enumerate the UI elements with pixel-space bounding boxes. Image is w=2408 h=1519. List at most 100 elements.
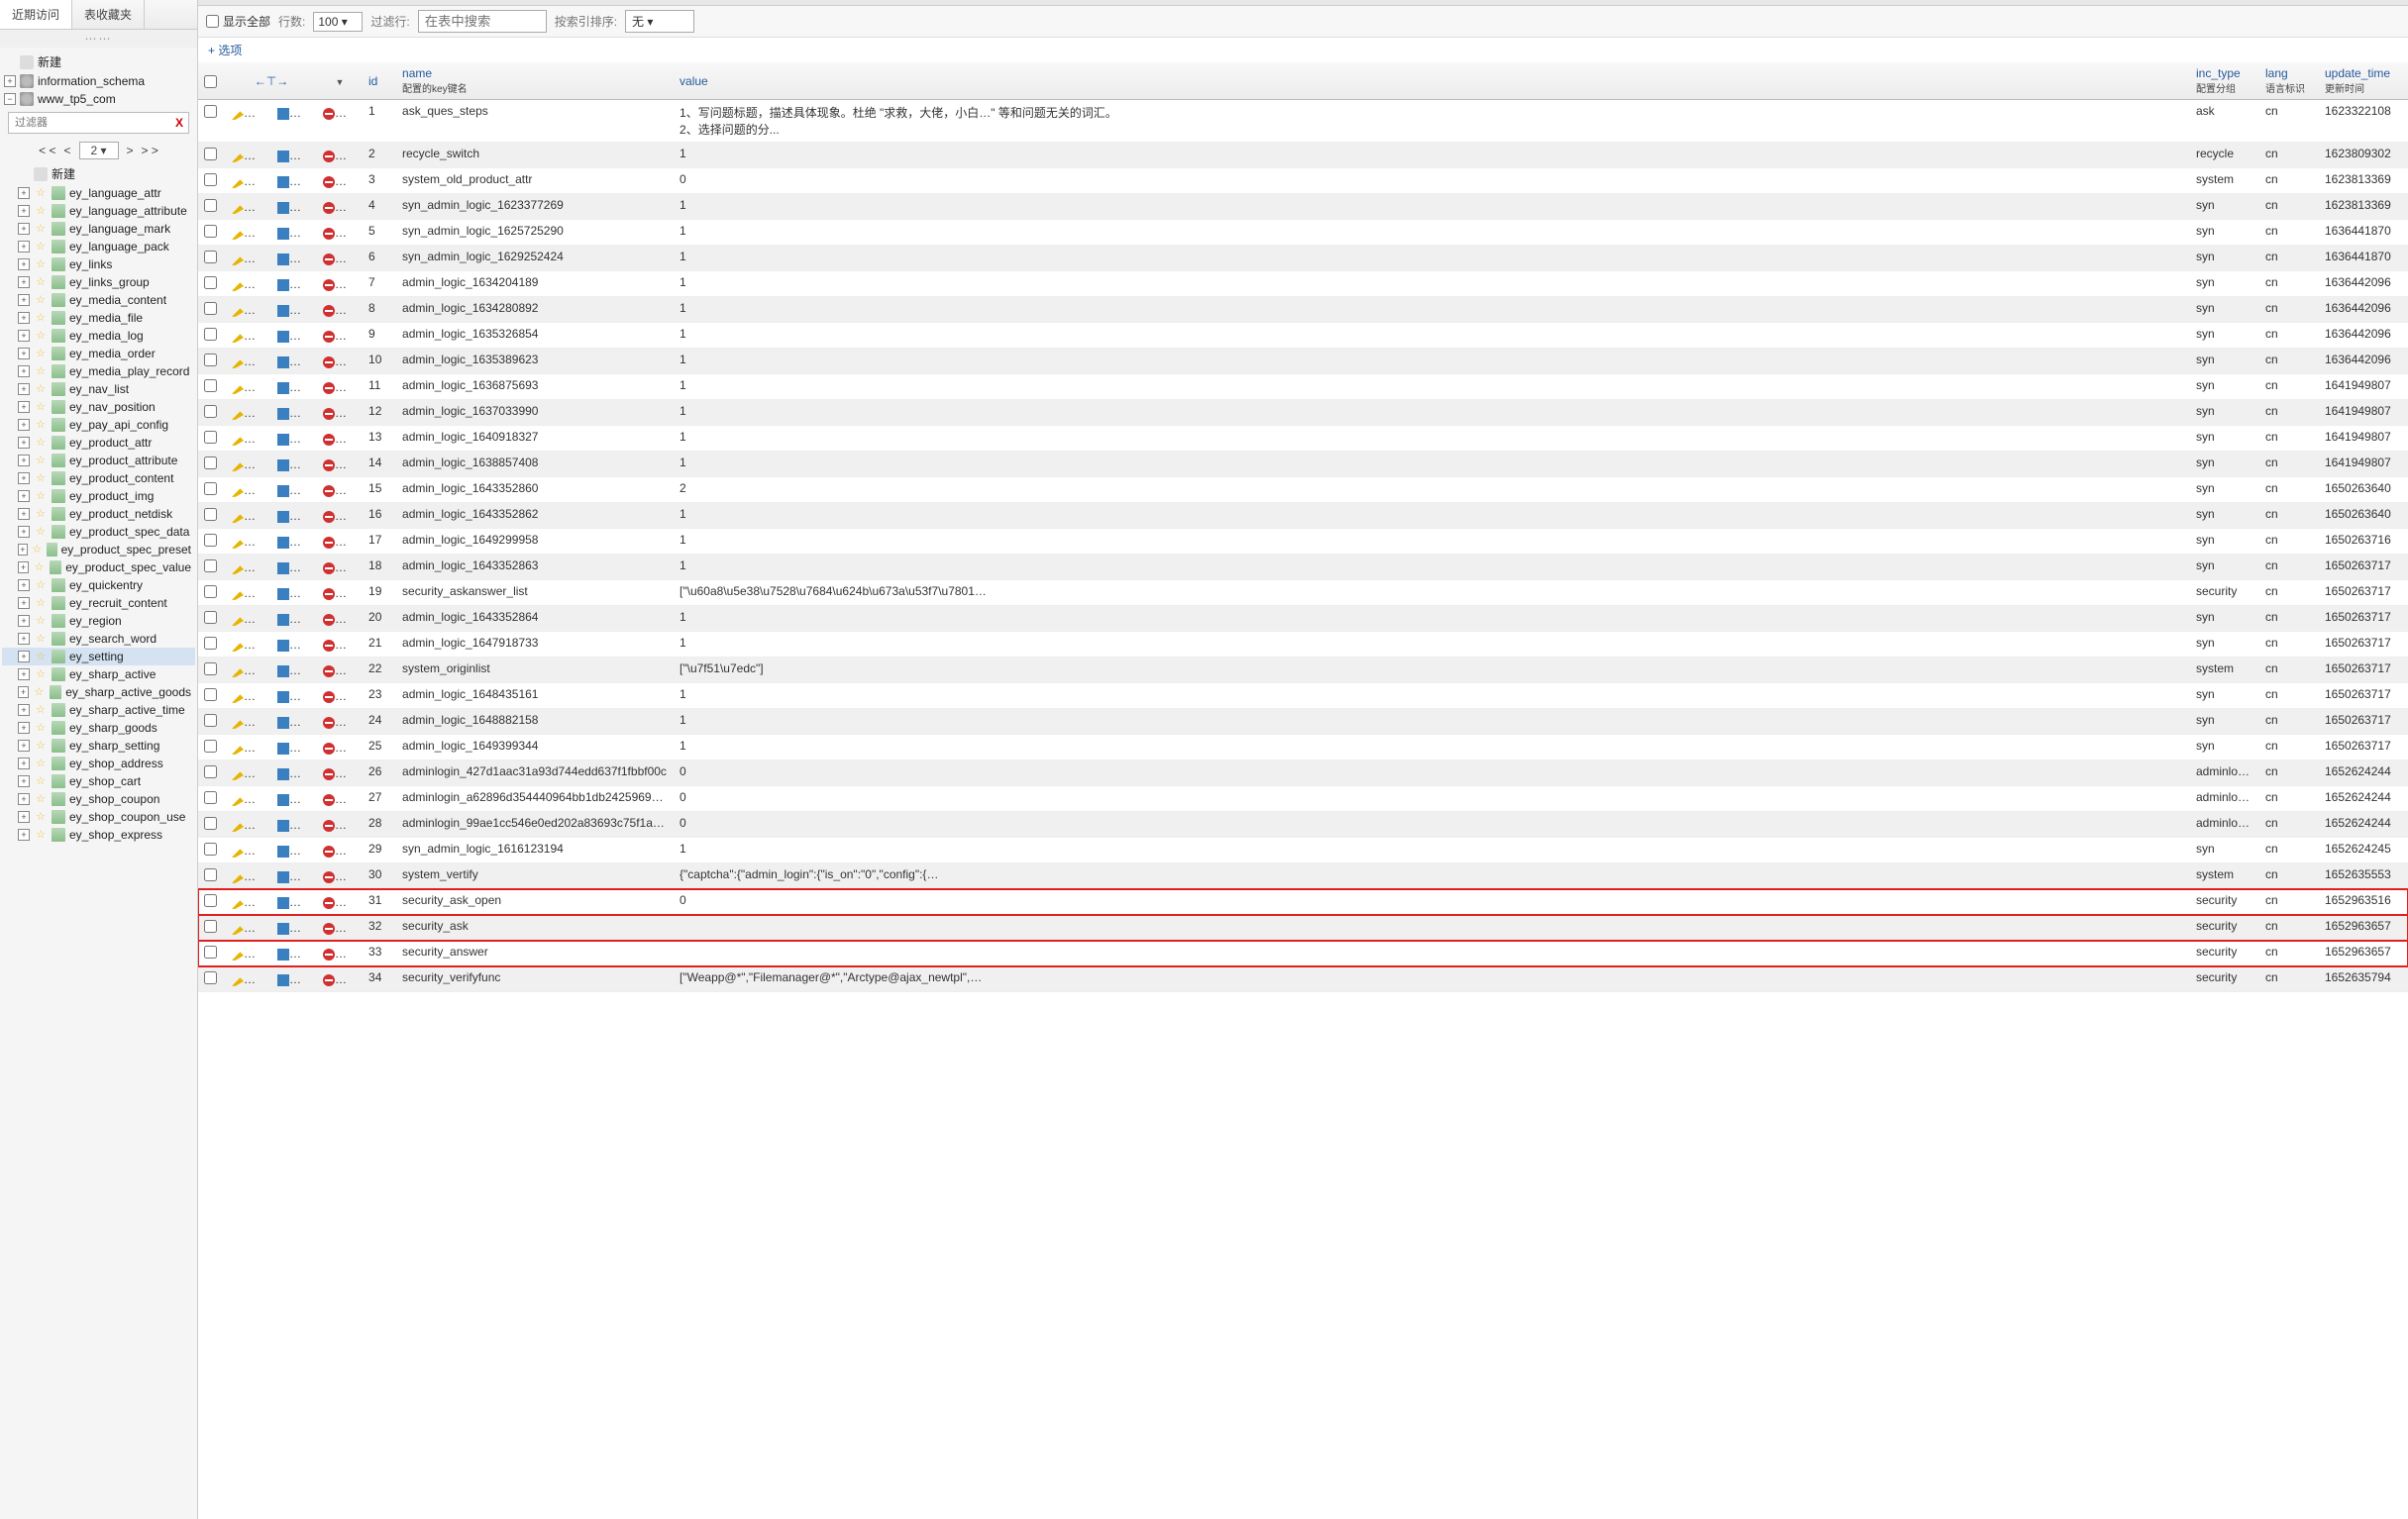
delete-cell[interactable]: 删除 [317,760,363,786]
row-checkbox[interactable] [204,559,217,572]
copy-cell[interactable]: 复制 [271,838,317,863]
expand-icon[interactable]: + [18,526,30,538]
row-checkbox-cell[interactable] [198,889,226,915]
favorite-icon[interactable]: ☆ [34,703,48,717]
row-checkbox-cell[interactable] [198,100,226,143]
options-link[interactable]: + 选项 [208,44,242,57]
row-checkbox[interactable] [204,251,217,263]
row-checkbox[interactable] [204,894,217,907]
col-value-header[interactable]: value [674,62,2190,100]
expand-icon[interactable]: + [18,205,30,217]
tree-node-ey-quickentry[interactable]: +☆ey_quickentry [2,576,195,594]
favorite-icon[interactable]: ☆ [34,257,48,271]
row-checkbox-cell[interactable] [198,323,226,349]
row-checkbox[interactable] [204,868,217,881]
col-name-header[interactable]: name 配置的key键名 [396,62,674,100]
favorite-icon[interactable]: ☆ [34,757,48,770]
delete-cell[interactable]: 删除 [317,143,363,168]
edit-cell[interactable]: 编辑 [226,349,271,374]
delete-cell[interactable]: 删除 [317,812,363,838]
drag-handle[interactable]: ⋯⋯ [0,30,197,48]
delete-cell[interactable]: 删除 [317,683,363,709]
delete-cell[interactable]: 删除 [317,555,363,580]
tree-node-ey-language-mark[interactable]: +☆ey_language_mark [2,220,195,238]
expand-icon[interactable]: + [18,740,30,752]
row-checkbox[interactable] [204,843,217,856]
tree-node-ey-media-file[interactable]: +☆ey_media_file [2,309,195,327]
edit-cell[interactable]: 编辑 [226,786,271,812]
delete-cell[interactable]: 删除 [317,374,363,400]
edit-cell[interactable]: 编辑 [226,452,271,477]
favorite-icon[interactable]: ☆ [34,400,48,414]
copy-cell[interactable]: 复制 [271,529,317,555]
favorite-icon[interactable]: ☆ [34,632,48,646]
edit-cell[interactable]: 编辑 [226,863,271,889]
sort-select[interactable]: 无 ▾ [625,10,694,33]
row-checkbox[interactable] [204,148,217,160]
expand-icon[interactable]: + [18,312,30,324]
copy-cell[interactable]: 复制 [271,220,317,246]
copy-cell[interactable]: 复制 [271,735,317,760]
table-search-input[interactable] [418,10,547,33]
expand-icon[interactable]: + [18,615,30,627]
row-checkbox[interactable] [204,105,217,118]
delete-cell[interactable]: 删除 [317,271,363,297]
edit-cell[interactable]: 编辑 [226,941,271,966]
copy-cell[interactable]: 复制 [271,812,317,838]
row-checkbox-cell[interactable] [198,297,226,323]
tree-node-ey-recruit-content[interactable]: +☆ey_recruit_content [2,594,195,612]
favorite-icon[interactable]: ☆ [34,311,48,325]
copy-cell[interactable]: 复制 [271,683,317,709]
tree-node-ey-sharp-active-goods[interactable]: +☆ey_sharp_active_goods [2,683,195,701]
copy-cell[interactable]: 复制 [271,426,317,452]
row-checkbox-cell[interactable] [198,915,226,941]
tree-node-ey-shop-address[interactable]: +☆ey_shop_address [2,755,195,772]
copy-cell[interactable]: 复制 [271,760,317,786]
row-checkbox[interactable] [204,611,217,624]
row-checkbox[interactable] [204,765,217,778]
row-checkbox[interactable] [204,920,217,933]
row-checkbox-cell[interactable] [198,220,226,246]
tree-node-ey-product-netdisk[interactable]: +☆ey_product_netdisk [2,505,195,523]
tree-node-ey-shop-cart[interactable]: +☆ey_shop_cart [2,772,195,790]
edit-cell[interactable]: 编辑 [226,838,271,863]
delete-cell[interactable]: 删除 [317,349,363,374]
expand-icon[interactable]: + [18,633,30,645]
row-checkbox[interactable] [204,354,217,366]
delete-cell[interactable]: 删除 [317,966,363,992]
favorite-icon[interactable]: ☆ [34,454,48,467]
row-checkbox-cell[interactable] [198,168,226,194]
copy-cell[interactable]: 复制 [271,709,317,735]
delete-cell[interactable]: 删除 [317,658,363,683]
expand-icon[interactable]: + [18,258,30,270]
tree-node-ey-links-group[interactable]: +☆ey_links_group [2,273,195,291]
tree-node-ey-product-spec-preset[interactable]: +☆ey_product_spec_preset [2,541,195,558]
delete-cell[interactable]: 删除 [317,168,363,194]
row-checkbox-cell[interactable] [198,941,226,966]
edit-cell[interactable]: 编辑 [226,760,271,786]
sort-indicator[interactable]: ▼ [317,62,363,100]
expand-icon[interactable]: + [18,241,30,253]
edit-cell[interactable]: 编辑 [226,580,271,606]
delete-cell[interactable]: 删除 [317,580,363,606]
edit-cell[interactable]: 编辑 [226,683,271,709]
col-lang-header[interactable]: lang 语言标识 [2259,62,2319,100]
delete-cell[interactable]: 删除 [317,246,363,271]
row-checkbox-cell[interactable] [198,143,226,168]
expand-icon[interactable]: + [18,668,30,680]
favorite-icon[interactable]: ☆ [34,222,48,236]
favorite-icon[interactable]: ☆ [34,489,48,503]
delete-cell[interactable]: 删除 [317,606,363,632]
row-checkbox-cell[interactable] [198,580,226,606]
copy-cell[interactable]: 复制 [271,606,317,632]
favorite-icon[interactable]: ☆ [34,364,48,378]
delete-cell[interactable]: 删除 [317,915,363,941]
expand-icon[interactable]: + [4,75,16,87]
tree-node-ey-media-log[interactable]: +☆ey_media_log [2,327,195,345]
row-checkbox[interactable] [204,971,217,984]
row-checkbox-cell[interactable] [198,452,226,477]
copy-cell[interactable]: 复制 [271,966,317,992]
edit-cell[interactable]: 编辑 [226,246,271,271]
tree-node-ey-nav-position[interactable]: +☆ey_nav_position [2,398,195,416]
delete-cell[interactable]: 删除 [317,709,363,735]
